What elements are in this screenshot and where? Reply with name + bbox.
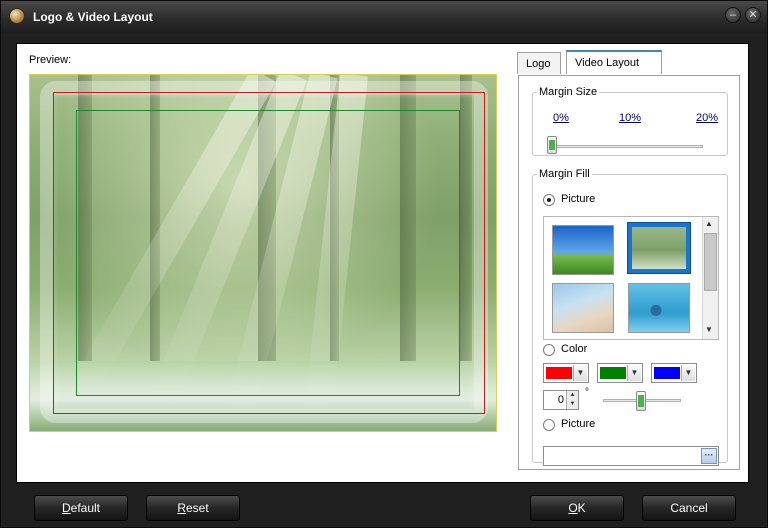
default-mnemonic: D: [61, 501, 71, 515]
margin-fill-legend: Margin Fill: [539, 168, 590, 180]
angle-slider-thumb[interactable]: [636, 391, 646, 411]
angle-value[interactable]: 0: [544, 394, 564, 406]
preview-image: [29, 74, 497, 432]
margin-size-legend: Margin Size: [539, 86, 598, 98]
reset-label: eset: [185, 501, 209, 515]
scroll-thumb[interactable]: [704, 233, 717, 291]
dialog-content: Preview: Logo Video Layout Margin Size 0: [16, 43, 749, 483]
color-radio-label[interactable]: Color: [561, 343, 587, 355]
picture-radio-2[interactable]: [543, 419, 555, 431]
ok-mnemonic: O: [568, 501, 578, 515]
preview-label: Preview:: [29, 54, 72, 66]
picture-radio-2-label[interactable]: Picture: [561, 418, 595, 430]
ok-label: K: [577, 501, 586, 515]
color-swatch: [654, 367, 680, 379]
ok-button[interactable]: OK: [530, 495, 624, 521]
tab-video-layout[interactable]: Video Layout: [566, 50, 662, 74]
tab-logo[interactable]: Logo: [517, 52, 561, 74]
margin-tick-20[interactable]: 20%: [696, 112, 718, 124]
reset-button[interactable]: Reset: [146, 495, 240, 521]
default-button[interactable]: Default: [34, 495, 128, 521]
title-bar[interactable]: Logo & Video Layout – ✕: [1, 1, 767, 33]
color-swatch: [546, 367, 572, 379]
thumbnail-beach[interactable]: [552, 283, 614, 333]
chevron-down-icon[interactable]: ▼: [627, 365, 641, 381]
browse-button[interactable]: ···: [701, 448, 717, 464]
chevron-down-icon[interactable]: ▼: [573, 365, 587, 381]
default-label: efault: [70, 501, 101, 515]
margin-tick-10[interactable]: 10%: [619, 112, 641, 124]
color-picker-blue[interactable]: ▼: [651, 363, 697, 383]
color-swatch: [600, 367, 626, 379]
color-picker-green[interactable]: ▼: [597, 363, 643, 383]
angle-stepper[interactable]: 0 ▲ ▼: [543, 390, 579, 410]
gallery-scrollbar[interactable]: ▲ ▼: [702, 217, 718, 339]
degree-symbol: °: [585, 387, 589, 398]
color-picker-red[interactable]: ▼: [543, 363, 589, 383]
minimize-button[interactable]: –: [725, 7, 741, 23]
stepper-arrows-icon[interactable]: ▲ ▼: [566, 391, 578, 409]
picture-radio-label[interactable]: Picture: [561, 193, 595, 205]
picture-gallery: ▲ ▼: [543, 216, 719, 340]
chevron-down-icon[interactable]: ▼: [681, 365, 695, 381]
picture-path-input[interactable]: ···: [543, 446, 719, 466]
cancel-button[interactable]: Cancel: [642, 495, 736, 521]
picture-radio[interactable]: [543, 194, 555, 206]
close-button[interactable]: ✕: [745, 7, 761, 23]
window-title: Logo & Video Layout: [33, 10, 153, 24]
thumbnail-forest-selected[interactable]: [627, 222, 691, 274]
thumbnail-green-hill[interactable]: [552, 225, 614, 275]
margin-slider-track[interactable]: [553, 145, 703, 148]
scroll-down-icon[interactable]: ▼: [705, 325, 713, 334]
video-layout-panel: Margin Size 0% 10% 20% Margin Fill Pictu…: [518, 75, 740, 470]
margin-size-group: Margin Size 0% 10% 20%: [532, 86, 728, 156]
app-icon: [9, 8, 25, 24]
margin-tick-0[interactable]: 0%: [553, 112, 569, 124]
thumbnail-underwater[interactable]: [628, 283, 690, 333]
margin-slider-thumb[interactable]: [547, 136, 557, 154]
dialog-window: Logo & Video Layout – ✕ Preview: Logo Vi…: [0, 0, 768, 528]
color-radio[interactable]: [543, 344, 555, 356]
scroll-up-icon[interactable]: ▲: [705, 219, 713, 228]
margin-fill-group: Margin Fill Picture ▲ ▼ Color ▼ ▼ ▼ 0 ▲ …: [532, 168, 728, 466]
reset-mnemonic: R: [177, 501, 186, 515]
inner-margin-guide: [76, 110, 460, 396]
